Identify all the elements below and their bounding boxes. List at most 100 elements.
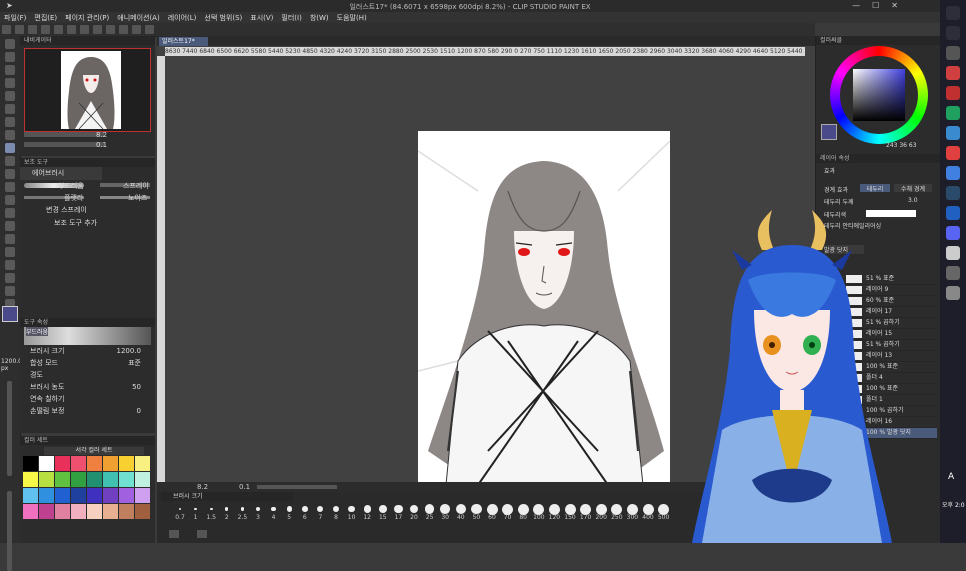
search-icon[interactable] xyxy=(946,26,960,40)
property-row[interactable]: 브러시 농도 50 xyxy=(20,381,155,393)
zoom-slider[interactable] xyxy=(24,132,104,137)
property-value[interactable]: 1200.0 xyxy=(117,345,142,357)
status-slider[interactable] xyxy=(257,485,337,489)
brush-size-preset[interactable] xyxy=(409,504,419,514)
selection-tool-icon[interactable] xyxy=(5,78,15,88)
property-value[interactable]: 표준 xyxy=(128,357,141,369)
balloon-tool-icon[interactable] xyxy=(5,260,15,270)
app-icon[interactable] xyxy=(946,126,960,140)
canvas-tab[interactable]: 일러스트17* xyxy=(159,37,208,46)
brush-size-preset[interactable] xyxy=(548,503,560,515)
color-swatch[interactable] xyxy=(71,456,86,471)
color-swatch[interactable] xyxy=(39,472,54,487)
zoom-tool-icon[interactable] xyxy=(5,39,15,49)
window-controls[interactable]: —☐✕ xyxy=(852,1,910,10)
property-value[interactable]: 50 xyxy=(132,381,141,393)
canvas-paper[interactable] xyxy=(418,131,670,485)
brush-size-preset[interactable] xyxy=(486,503,498,515)
steam-icon[interactable] xyxy=(946,186,960,200)
color-swatch[interactable] xyxy=(87,488,102,503)
airbrush-tool-icon[interactable] xyxy=(5,143,15,153)
main-color-chip[interactable] xyxy=(2,306,18,322)
redo-icon[interactable] xyxy=(54,25,63,34)
obs-icon[interactable] xyxy=(946,246,960,260)
color-swatch[interactable] xyxy=(23,504,38,519)
color-swatch[interactable] xyxy=(119,472,134,487)
color-swatch[interactable] xyxy=(39,488,54,503)
brush-size-preset[interactable] xyxy=(271,506,276,512)
open-icon[interactable] xyxy=(15,25,24,34)
color-swatch[interactable] xyxy=(87,504,102,519)
border-toggle[interactable]: 테두리 xyxy=(860,184,890,193)
size-slider[interactable] xyxy=(7,381,12,476)
color-swatch[interactable] xyxy=(55,456,70,471)
current-color-chip[interactable] xyxy=(821,124,837,140)
eraser-tool-icon[interactable] xyxy=(5,169,15,179)
ruler-tool-icon[interactable] xyxy=(5,273,15,283)
color-swatch[interactable] xyxy=(135,472,150,487)
add-subtool-button[interactable]: 보조 도구 추가 xyxy=(20,216,155,230)
auto-select-tool-icon[interactable] xyxy=(5,91,15,101)
opacity-slider[interactable] xyxy=(7,491,12,571)
color-swatch[interactable] xyxy=(55,488,70,503)
brush-size-preset[interactable] xyxy=(363,505,371,513)
brush-size-preset[interactable] xyxy=(332,505,340,513)
figure-tool-icon[interactable] xyxy=(5,221,15,231)
brush-size-preset[interactable] xyxy=(440,504,451,514)
app-icon[interactable] xyxy=(946,286,960,300)
brush-size-preset[interactable] xyxy=(517,503,529,515)
color-wheel[interactable] xyxy=(830,46,928,144)
color-swatch[interactable] xyxy=(135,488,150,503)
color-swatch[interactable] xyxy=(71,472,86,487)
brush-size-preset[interactable] xyxy=(564,503,576,515)
property-row[interactable]: 경도 xyxy=(20,369,155,381)
transform-icon[interactable] xyxy=(80,25,89,34)
gradient-tool-icon[interactable] xyxy=(5,208,15,218)
color-swatch[interactable] xyxy=(55,472,70,487)
snap-grid-icon[interactable] xyxy=(132,25,141,34)
property-row[interactable]: 합성 모드 표준 xyxy=(20,357,155,369)
brush-size-preset[interactable] xyxy=(642,503,654,515)
brush-size-preset[interactable] xyxy=(255,506,261,512)
brush-size-preset[interactable] xyxy=(317,505,324,513)
app-icon[interactable] xyxy=(946,106,960,120)
fill-tool-icon[interactable] xyxy=(5,195,15,205)
brush-size-preset[interactable] xyxy=(194,507,197,511)
chrome-icon[interactable] xyxy=(946,166,960,180)
subtool-group-tab[interactable]: 에어브러시 xyxy=(20,167,102,180)
discord-icon[interactable] xyxy=(946,226,960,240)
brush-size-preset[interactable] xyxy=(626,503,638,515)
blend-tool-icon[interactable] xyxy=(5,182,15,192)
brush-size-preset[interactable] xyxy=(455,503,466,515)
color-swatch[interactable] xyxy=(55,504,70,519)
color-swatch[interactable] xyxy=(103,488,118,503)
palette-settings-icon[interactable] xyxy=(197,530,207,538)
brush-tool-icon[interactable] xyxy=(5,156,15,166)
color-swatch[interactable] xyxy=(87,472,102,487)
border-thickness-value[interactable]: 3.0 xyxy=(908,197,918,204)
undo-icon[interactable] xyxy=(41,25,50,34)
navigator-preview[interactable] xyxy=(24,48,151,132)
language-indicator[interactable]: A xyxy=(948,472,954,482)
brush-size-preset[interactable] xyxy=(471,503,482,515)
brush-size-preset[interactable] xyxy=(502,503,514,515)
color-swatch[interactable] xyxy=(103,472,118,487)
color-swatch[interactable] xyxy=(71,488,86,503)
clear-icon[interactable] xyxy=(67,25,76,34)
brush-size-preset[interactable] xyxy=(240,507,245,511)
color-swatch[interactable] xyxy=(23,488,38,503)
rotate-slider[interactable] xyxy=(24,142,104,147)
app-icon[interactable] xyxy=(946,146,960,160)
brush-size-preset[interactable] xyxy=(378,505,387,513)
brush-size-preset[interactable] xyxy=(580,503,592,515)
subtool-item-change-spray[interactable]: 변경 스프레이 xyxy=(20,204,155,216)
palette-menu-icon[interactable] xyxy=(169,530,179,538)
color-set-dropdown[interactable]: 서각 컬러 세트 xyxy=(44,447,144,455)
saturation-value-square[interactable] xyxy=(853,69,905,121)
operation-tool-icon[interactable] xyxy=(5,52,15,62)
invert-icon[interactable] xyxy=(106,25,115,34)
new-icon[interactable] xyxy=(2,25,11,34)
pen-tool-icon[interactable] xyxy=(5,117,15,127)
color-swatch[interactable] xyxy=(103,456,118,471)
brush-size-preset[interactable] xyxy=(209,507,213,511)
